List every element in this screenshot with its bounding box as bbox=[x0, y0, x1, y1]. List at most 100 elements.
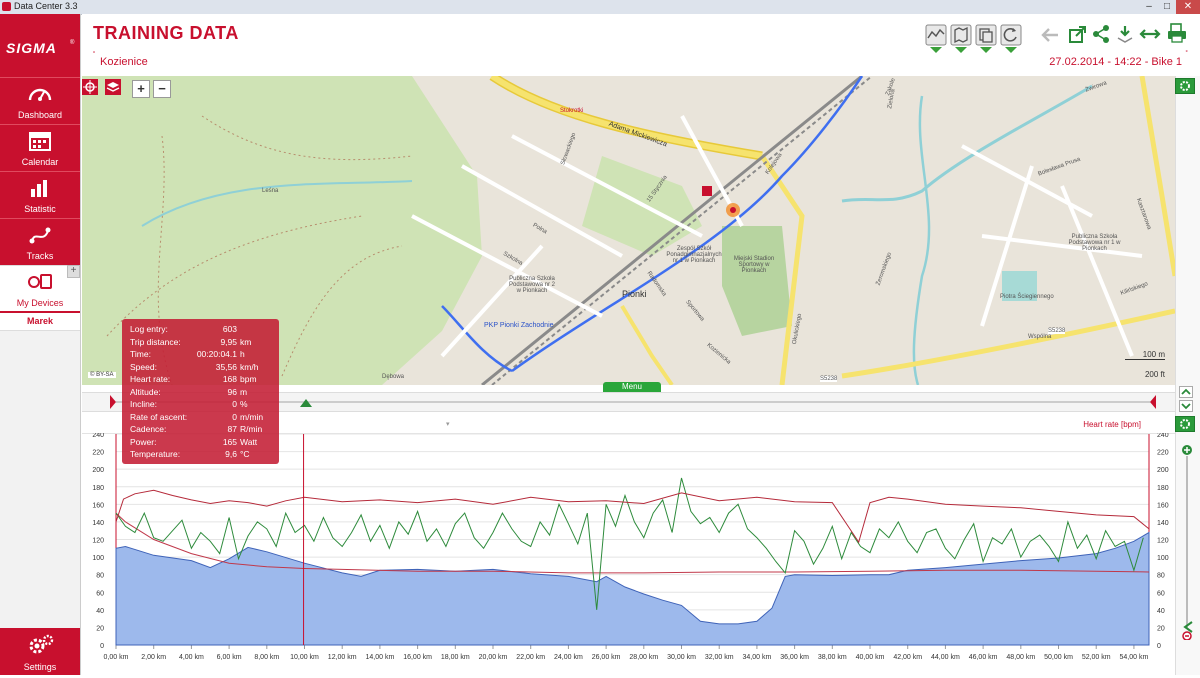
x-tick-label: 34,00 km bbox=[743, 654, 772, 661]
sidebar-item-label: Statistic bbox=[24, 204, 56, 214]
x-tick-label: 54,00 km bbox=[1120, 654, 1149, 661]
info-key: Heart rate: bbox=[130, 374, 171, 384]
info-row-speed: Speed: 35,56 km/h bbox=[130, 362, 275, 374]
info-unit: % bbox=[240, 399, 248, 409]
y-tick-label-left: 40 bbox=[96, 608, 104, 615]
x-tick-label: 14,00 km bbox=[366, 654, 395, 661]
scale-bar-imperial: 200 ft bbox=[1144, 370, 1165, 379]
chart-zoom-slider[interactable] bbox=[1180, 444, 1194, 640]
brand-mark: ® bbox=[70, 40, 75, 46]
settings-label: Settings bbox=[23, 662, 57, 672]
sidebar-item-statistic[interactable]: Statistic bbox=[0, 171, 80, 218]
chevron-down-icon[interactable] bbox=[1179, 400, 1193, 412]
data-tooltip: Log entry: 603 Trip distance: 9,95 km Time:… bbox=[122, 319, 279, 464]
info-key: Log entry: bbox=[130, 324, 168, 334]
x-tick-label: 0,00 km bbox=[104, 654, 129, 661]
y-tick-label-right: 20 bbox=[1157, 625, 1165, 632]
download-icon[interactable] bbox=[1115, 24, 1135, 44]
info-unit: Watt bbox=[240, 436, 258, 447]
expand-horizontal-icon[interactable] bbox=[1139, 26, 1161, 42]
map-label: Wspólna bbox=[1028, 334, 1052, 340]
menu-tab[interactable]: Menu bbox=[603, 382, 661, 392]
x-tick-label: 12,00 km bbox=[328, 654, 357, 661]
sidebar-item-tracks[interactable]: Tracks bbox=[0, 218, 80, 265]
right-axis-selector[interactable]: Heart rate [bpm] bbox=[1083, 420, 1141, 429]
gear-icon bbox=[1180, 419, 1190, 429]
gears-icon bbox=[29, 634, 54, 654]
minimize-button[interactable]: – bbox=[1140, 0, 1158, 14]
info-row-incline: Incline: 0% bbox=[130, 399, 275, 411]
map-label: Piotra Ściegiennego bbox=[1000, 294, 1054, 300]
user-name[interactable]: Marek bbox=[0, 311, 80, 331]
print-icon[interactable] bbox=[1166, 22, 1188, 44]
sidebar-item-settings[interactable]: Settings bbox=[0, 628, 80, 675]
sidebar-item-dashboard[interactable]: Dashboard bbox=[0, 77, 80, 124]
info-unit: h bbox=[240, 349, 245, 359]
info-value: 00:20:04.1 bbox=[196, 349, 237, 359]
chart-view-icon bbox=[925, 24, 947, 46]
x-tick-label: 10,00 km bbox=[290, 654, 319, 661]
x-tick-label: 6,00 km bbox=[217, 654, 242, 661]
x-tick-label: 20,00 km bbox=[479, 654, 508, 661]
locate-button[interactable] bbox=[82, 79, 98, 95]
location-label[interactable]: Kozienice bbox=[100, 56, 148, 68]
info-value: 9,95 bbox=[220, 336, 237, 347]
add-device-button[interactable]: + bbox=[67, 265, 80, 278]
view-map-button[interactable] bbox=[950, 24, 972, 53]
map-settings-button[interactable] bbox=[1175, 78, 1195, 94]
chevron-up-icon[interactable] bbox=[1179, 386, 1193, 398]
info-value: 87 bbox=[227, 424, 237, 434]
y-tick-label-right: 220 bbox=[1157, 450, 1169, 457]
map-view-icon bbox=[950, 24, 972, 46]
close-button[interactable]: ✕ bbox=[1176, 0, 1200, 14]
map-label: Leśna bbox=[262, 188, 279, 194]
road-number: S5238 bbox=[820, 376, 838, 382]
training-chart[interactable]: 0 0 20 20 40 40 60 60 80 80 100 100 120 120 140 140 160 1… bbox=[82, 432, 1175, 675]
info-value: 35,56 bbox=[215, 361, 237, 372]
series-dropdown[interactable]: ▾ bbox=[446, 420, 450, 428]
share-icon[interactable] bbox=[1092, 24, 1110, 44]
info-key: Incline: bbox=[130, 399, 157, 409]
info-row-cadence: Cadence: 87 R/min bbox=[130, 424, 275, 436]
y-tick-label-right: 120 bbox=[1157, 538, 1169, 545]
maximize-button[interactable]: □ bbox=[1158, 0, 1176, 14]
y-tick-label-left: 120 bbox=[92, 538, 104, 545]
x-tick-label: 22,00 km bbox=[516, 654, 545, 661]
x-tick-label: 4,00 km bbox=[179, 654, 204, 661]
view-laps-button[interactable] bbox=[975, 24, 997, 53]
info-unit: R/min bbox=[240, 424, 263, 434]
sidebar-item-label: Tracks bbox=[26, 251, 54, 261]
export-icon[interactable] bbox=[1068, 24, 1088, 44]
back-arrow-icon[interactable] bbox=[1040, 26, 1060, 44]
x-tick-label: 18,00 km bbox=[441, 654, 470, 661]
x-tick-label: 50,00 km bbox=[1044, 654, 1073, 661]
zoom-in-button[interactable]: + bbox=[132, 80, 150, 98]
sidebar-item-calendar[interactable]: Calendar bbox=[0, 124, 80, 171]
info-key: Rate of ascent: bbox=[130, 411, 188, 422]
info-key: Temperature: bbox=[130, 449, 181, 459]
session-label[interactable]: 27.02.2014 - 14:22 - Bike 1 bbox=[1049, 56, 1182, 68]
chart-settings-button[interactable] bbox=[1175, 416, 1195, 432]
view-refresh-button[interactable] bbox=[1000, 24, 1022, 53]
laps-icon bbox=[975, 24, 997, 46]
layers-button[interactable] bbox=[105, 79, 121, 95]
x-tick-label: 26,00 km bbox=[592, 654, 621, 661]
y-tick-label-right: 60 bbox=[1157, 590, 1165, 597]
sidebar: SIGMA ® Dashboard Calendar Statistic Trac… bbox=[0, 14, 81, 675]
sidebar-item-label: My Devices bbox=[16, 298, 64, 308]
y-tick-label-left: 220 bbox=[92, 450, 104, 457]
x-tick-label: 48,00 km bbox=[1006, 654, 1035, 661]
y-tick-label-left: 200 bbox=[92, 467, 104, 474]
view-chart-button[interactable] bbox=[925, 24, 947, 53]
y-tick-label-left: 20 bbox=[96, 625, 104, 632]
map-label: Publiczna Szkoła Podstawowa nr 2 w Pionk… bbox=[508, 276, 556, 294]
info-row-temperature: Temperature: 9,6 °C bbox=[130, 449, 275, 461]
x-tick-label: 52,00 km bbox=[1082, 654, 1111, 661]
x-tick-label: 32,00 km bbox=[705, 654, 734, 661]
info-row-log-entry: Log entry: 603 bbox=[130, 324, 275, 336]
zoom-out-button[interactable]: − bbox=[153, 80, 171, 98]
chart-svg[interactable]: 0 0 20 20 40 40 60 60 80 80 100 100 120 120 140 140 160 1… bbox=[82, 432, 1175, 675]
refresh-icon bbox=[1000, 24, 1022, 46]
y-tick-label-left: 140 bbox=[92, 520, 104, 527]
x-tick-label: 42,00 km bbox=[893, 654, 922, 661]
